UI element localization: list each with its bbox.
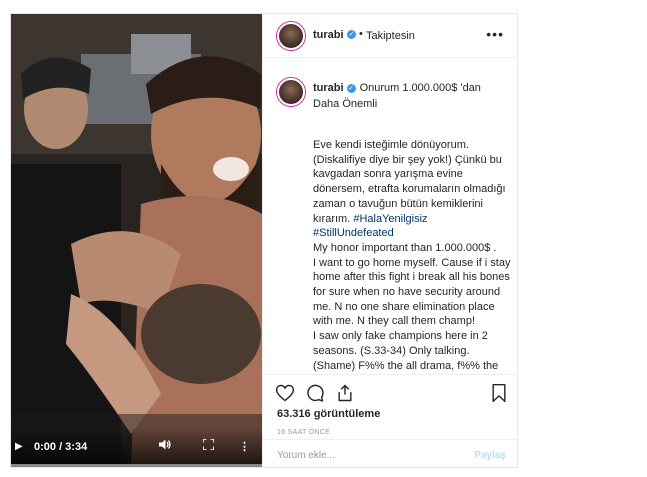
caption-text: Eve kendi isteğimle dönüyorum. (Diskalif… — [313, 138, 511, 374]
post-timestamp[interactable]: 16 SAAT ÖNCE — [277, 429, 330, 436]
comment-form: Yorum ekle... Paylaş — [263, 439, 518, 469]
caption-area: turabi ✓ Onurum 1.000.000$ 'dan Daha Öneml… — [263, 58, 518, 374]
video-progress-bar[interactable] — [11, 464, 262, 467]
play-icon[interactable]: ▶ — [15, 441, 23, 453]
video-controls: ▶ 0:00 / 3:34 ⋮ — [11, 427, 262, 467]
verified-icon: ✓ — [346, 84, 356, 93]
verified-icon: ✓ — [347, 30, 356, 39]
post-header: turabi ✓ • Takiptesin ••• — [263, 14, 518, 58]
comment-input[interactable]: Yorum ekle... — [277, 450, 335, 461]
caption-english: My honor important than 1.000.000$ . I w… — [313, 241, 511, 372]
username[interactable]: turabi — [313, 29, 344, 41]
video-time: 0:00 / 3:34 — [34, 441, 88, 453]
video-player[interactable]: ▶ 0:00 / 3:34 ⋮ — [11, 14, 262, 467]
caption-header: turabi ✓ Onurum 1.000.000$ 'dan Daha Öneml… — [313, 80, 508, 112]
post-actions: 63.316 görüntüleme 16 SAAT ÖNCE Yorum ek… — [263, 374, 518, 468]
avatar[interactable] — [277, 22, 305, 50]
fullscreen-icon[interactable] — [202, 438, 215, 453]
separator-dot: • — [359, 28, 363, 40]
bookmark-icon[interactable] — [489, 383, 509, 403]
comment-icon[interactable] — [305, 383, 325, 403]
hashtag-link[interactable]: #HalaYenilgisiz — [353, 213, 427, 225]
follow-status[interactable]: Takiptesin — [366, 30, 415, 42]
more-vertical-icon[interactable]: ⋮ — [239, 441, 250, 453]
post-panel: turabi ✓ • Takiptesin ••• turabi ✓ Onurum … — [262, 14, 518, 467]
volume-icon[interactable] — [159, 439, 171, 453]
view-count[interactable]: 63.316 görüntüleme — [277, 408, 380, 420]
caption-username[interactable]: turabi — [313, 82, 344, 94]
hashtag-link[interactable]: #StillUndefeated — [313, 227, 394, 239]
post-comment-button[interactable]: Paylaş — [474, 450, 506, 461]
heart-icon[interactable] — [275, 383, 295, 403]
share-icon[interactable] — [335, 383, 355, 403]
instagram-post: ▶ 0:00 / 3:34 ⋮ turabi ✓ • Takiptesin ••… — [10, 13, 518, 468]
more-horizontal-icon[interactable]: ••• — [486, 26, 504, 42]
caption-avatar[interactable] — [277, 78, 305, 106]
video-frame — [11, 14, 262, 467]
